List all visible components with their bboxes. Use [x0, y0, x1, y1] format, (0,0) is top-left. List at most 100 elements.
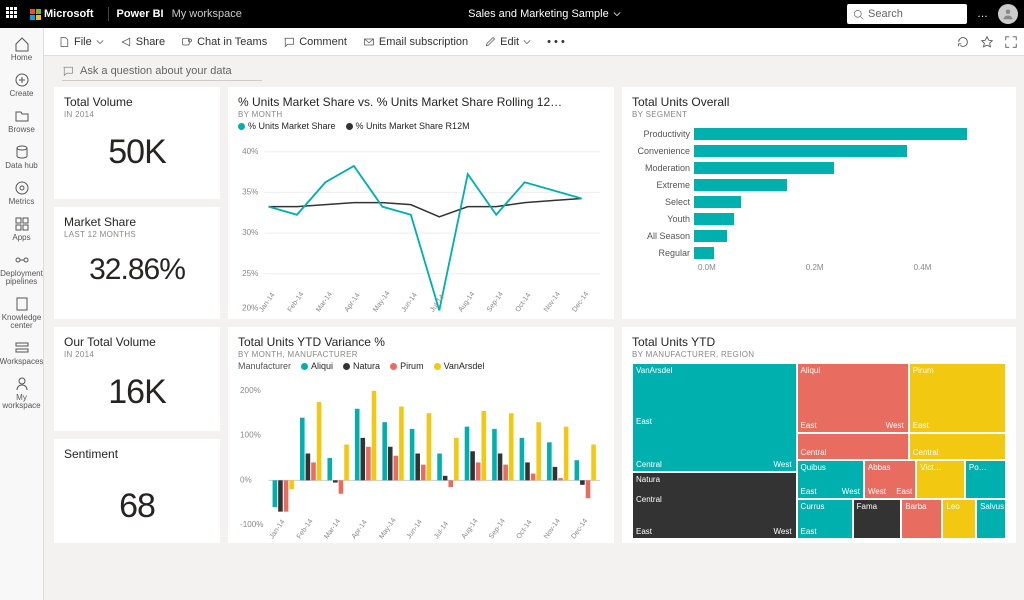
svg-text:Mar-14: Mar-14 — [323, 517, 342, 540]
card-title: % Units Market Share vs. % Units Market … — [238, 95, 604, 109]
refresh-icon[interactable] — [956, 35, 970, 49]
nav-my-workspace[interactable]: My workspace — [0, 372, 44, 414]
treemap-total-units-ytd[interactable]: Total Units YTD BY MANUFACTURER, REGION … — [622, 327, 1016, 543]
nav-metrics[interactable]: Metrics — [0, 176, 44, 210]
nav-apps[interactable]: Apps — [0, 212, 44, 246]
target-icon — [14, 180, 30, 196]
apps-icon — [14, 216, 30, 232]
file-menu[interactable]: File — [52, 34, 110, 50]
nav-datahub[interactable]: Data hub — [0, 140, 44, 174]
hbar-row[interactable]: Productivity — [632, 125, 1006, 142]
card-title: Total Volume — [64, 95, 210, 109]
email-sub-button[interactable]: Email subscription — [357, 34, 474, 50]
comment-icon — [283, 36, 295, 48]
folder-icon — [14, 108, 30, 124]
tree-pirum[interactable]: Pirum East — [909, 363, 1006, 433]
svg-text:May-14: May-14 — [377, 516, 397, 540]
tree-pomum[interactable]: Po… — [965, 460, 1006, 499]
chart-legend: % Units Market Share % Units Market Shar… — [238, 121, 604, 131]
kpi-total-volume[interactable]: Total Volume IN 2014 50K — [54, 87, 220, 199]
divider — [108, 7, 109, 21]
comment-button[interactable]: Comment — [277, 34, 353, 50]
tree-vanarsdel[interactable]: VanArsdel East Central West — [632, 363, 797, 472]
tree-fama[interactable]: Fama — [853, 499, 902, 539]
left-nav: Home Create Browse Data hub Metrics Apps… — [0, 28, 44, 600]
card-subtitle: BY MANUFACTURER, REGION — [632, 350, 1006, 359]
more-actions-button[interactable]: • • • — [541, 34, 571, 50]
card-subtitle: BY MONTH, MANUFACTURER — [238, 350, 604, 359]
svg-text:Jun-14: Jun-14 — [400, 291, 419, 313]
favorite-icon[interactable] — [980, 35, 994, 49]
nav-home[interactable]: Home — [0, 32, 44, 66]
more-options-icon[interactable]: … — [977, 8, 988, 20]
hbar-row[interactable]: Convenience — [632, 142, 1006, 159]
kpi-value: 16K — [64, 373, 210, 412]
hbar-row[interactable]: Extreme — [632, 176, 1006, 193]
tree-salvus[interactable]: Salvus — [976, 499, 1006, 539]
report-canvas: Ask a question about your data Total Vol… — [44, 56, 1024, 600]
share-button[interactable]: Share — [114, 34, 171, 50]
pipeline-icon — [14, 252, 30, 268]
svg-text:Feb-14: Feb-14 — [295, 517, 314, 540]
fullscreen-icon[interactable] — [1004, 35, 1018, 49]
chevron-down-icon — [96, 38, 104, 46]
tree-leo[interactable]: Leo — [942, 499, 976, 539]
edit-menu[interactable]: Edit — [478, 34, 537, 50]
tree-abbas[interactable]: AbbasWestEast — [864, 460, 916, 499]
nav-workspaces[interactable]: Workspaces — [0, 336, 44, 370]
tree-aliqui[interactable]: Aliqui EastWest — [797, 363, 909, 433]
search-input[interactable]: Search — [847, 4, 967, 24]
tree-victoria[interactable]: Vict… — [916, 460, 965, 499]
svg-text:Nov-14: Nov-14 — [542, 290, 562, 313]
nav-knowledge[interactable]: Knowledge center — [0, 292, 44, 334]
line-chart-market-share[interactable]: % Units Market Share vs. % Units Market … — [228, 87, 614, 319]
card-subtitle: IN 2014 — [64, 350, 210, 359]
card-title: Market Share — [64, 215, 210, 229]
search-icon — [853, 9, 864, 20]
qna-input[interactable]: Ask a question about your data — [62, 62, 262, 81]
tree-quibus[interactable]: QuibusEastWest — [797, 460, 864, 499]
user-avatar[interactable] — [998, 4, 1018, 24]
hbar-row[interactable]: Regular — [632, 244, 1006, 261]
svg-text:Sep-14: Sep-14 — [487, 517, 507, 540]
kpi-market-share[interactable]: Market Share LAST 12 MONTHS 32.86% — [54, 207, 220, 319]
svg-text:Apr-14: Apr-14 — [343, 291, 362, 313]
card-subtitle: LAST 12 MONTHS — [64, 230, 210, 239]
tree-barba[interactable]: Barba — [901, 499, 942, 539]
svg-text:Dec-14: Dec-14 — [570, 517, 590, 540]
card-title: Our Total Volume — [64, 335, 210, 349]
bar-chart-variance[interactable]: Total Units YTD Variance % BY MONTH, MAN… — [228, 327, 614, 543]
nav-browse[interactable]: Browse — [0, 104, 44, 138]
hbar-row[interactable]: All Season — [632, 227, 1006, 244]
tree-currus[interactable]: CurrusEast — [797, 499, 853, 539]
kpi-sentiment[interactable]: Sentiment 68 — [54, 439, 220, 543]
kpi-value: 68 — [64, 487, 210, 526]
search-placeholder: Search — [868, 8, 903, 20]
tree-pirum-central[interactable]: Central — [909, 433, 1006, 459]
tree-natura[interactable]: Natura Central East West — [632, 472, 797, 539]
card-title: Total Units YTD — [632, 335, 1006, 349]
app-launcher-icon[interactable] — [6, 7, 20, 21]
chevron-down-icon — [523, 38, 531, 46]
hbar-row[interactable]: Youth — [632, 210, 1006, 227]
hbar-row[interactable]: Moderation — [632, 159, 1006, 176]
svg-text:0%: 0% — [240, 475, 252, 484]
card-title: Total Units YTD Variance % — [238, 335, 604, 349]
svg-text:40%: 40% — [242, 147, 258, 156]
bar-chart-total-units-segment[interactable]: Total Units Overall BY SEGMENT Productiv… — [622, 87, 1016, 319]
svg-text:20%: 20% — [242, 303, 258, 312]
svg-text:Jan-14: Jan-14 — [257, 291, 276, 313]
workspace-breadcrumb[interactable]: My workspace — [172, 8, 242, 20]
svg-text:Apr-14: Apr-14 — [350, 518, 369, 540]
global-header: Microsoft Power BI My workspace Sales an… — [0, 0, 1024, 28]
tree-aliqui-central[interactable]: Central — [797, 433, 909, 459]
database-icon — [14, 144, 30, 160]
svg-text:200%: 200% — [240, 386, 261, 395]
kpi-our-total-volume[interactable]: Our Total Volume IN 2014 16K — [54, 327, 220, 431]
report-toolbar: File Share Chat in Teams Comment Email s… — [44, 28, 1024, 56]
hbar-row[interactable]: Select — [632, 193, 1006, 210]
chat-teams-button[interactable]: Chat in Teams — [175, 34, 273, 50]
report-title-dropdown[interactable]: Sales and Marketing Sample — [242, 8, 847, 20]
nav-create[interactable]: Create — [0, 68, 44, 102]
nav-pipelines[interactable]: Deployment pipelines — [0, 248, 44, 290]
